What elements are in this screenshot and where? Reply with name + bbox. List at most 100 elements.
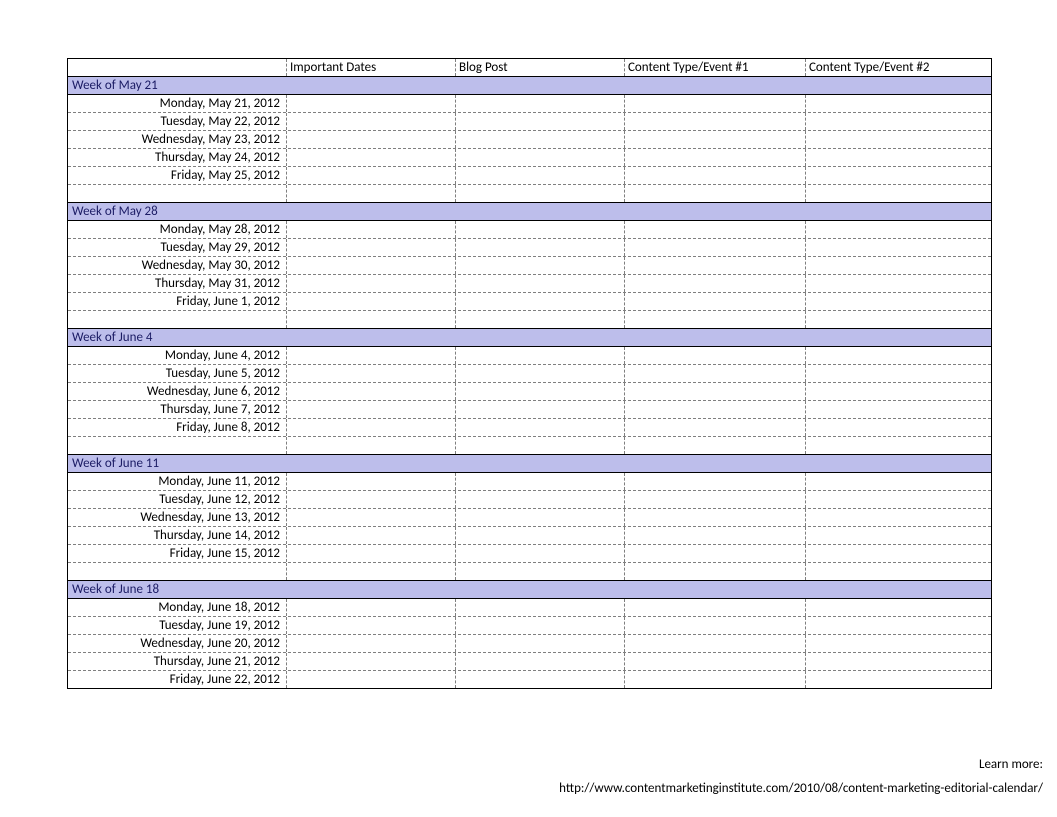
day-cell-col1[interactable] [286,257,455,274]
day-cell-col3[interactable] [624,293,805,310]
day-cell-col4[interactable] [805,113,991,130]
day-cell-col1[interactable] [286,401,455,418]
day-cell-col4[interactable] [805,275,991,292]
day-cell-col2[interactable] [455,365,624,382]
day-cell-col2[interactable] [455,257,624,274]
day-cell-col1[interactable] [286,113,455,130]
day-cell-col2[interactable] [455,149,624,166]
day-cell-col3[interactable] [624,383,805,400]
day-cell-col3[interactable] [624,401,805,418]
day-cell-col1[interactable] [286,509,455,526]
day-cell-col3[interactable] [624,545,805,562]
day-cell-col3[interactable] [624,671,805,688]
day-cell-col2[interactable] [455,221,624,238]
day-cell-col2[interactable] [455,617,624,634]
day-cell-col4[interactable] [805,95,991,112]
day-cell-col4[interactable] [805,257,991,274]
day-cell-col3[interactable] [624,113,805,130]
day-cell-col1[interactable] [286,473,455,490]
day-cell-col1[interactable] [286,221,455,238]
day-cell-col2[interactable] [455,293,624,310]
day-cell-col1[interactable] [286,671,455,688]
day-cell-col2[interactable] [455,347,624,364]
day-cell-col3[interactable] [624,617,805,634]
day-cell-col1[interactable] [286,293,455,310]
day-cell-col1[interactable] [286,131,455,148]
day-cell-col4[interactable] [805,131,991,148]
day-cell-col3[interactable] [624,653,805,670]
day-cell-col3[interactable] [624,365,805,382]
day-cell-col2[interactable] [455,383,624,400]
day-cell-col3[interactable] [624,473,805,490]
day-cell-col4[interactable] [805,653,991,670]
day-cell-col2[interactable] [455,527,624,544]
day-cell-col4[interactable] [805,617,991,634]
day-cell-col1[interactable] [286,527,455,544]
day-cell-col4[interactable] [805,509,991,526]
day-cell-col3[interactable] [624,491,805,508]
day-cell-col4[interactable] [805,383,991,400]
day-cell-col4[interactable] [805,599,991,616]
day-cell-col2[interactable] [455,113,624,130]
day-cell-col4[interactable] [805,239,991,256]
day-cell-col1[interactable] [286,383,455,400]
day-cell-col1[interactable] [286,365,455,382]
day-cell-col3[interactable] [624,275,805,292]
day-cell-col3[interactable] [624,635,805,652]
day-cell-col1[interactable] [286,635,455,652]
day-cell-col1[interactable] [286,599,455,616]
day-cell-col2[interactable] [455,473,624,490]
day-cell-col4[interactable] [805,527,991,544]
day-cell-col4[interactable] [805,347,991,364]
day-cell-col1[interactable] [286,95,455,112]
day-cell-col3[interactable] [624,131,805,148]
day-cell-col4[interactable] [805,545,991,562]
day-cell-col2[interactable] [455,239,624,256]
day-cell-col2[interactable] [455,599,624,616]
day-cell-col1[interactable] [286,545,455,562]
day-cell-col1[interactable] [286,149,455,166]
day-cell-col3[interactable] [624,419,805,436]
day-cell-col3[interactable] [624,149,805,166]
day-cell-col4[interactable] [805,167,991,184]
day-cell-col2[interactable] [455,167,624,184]
day-cell-col1[interactable] [286,491,455,508]
day-cell-col4[interactable] [805,401,991,418]
day-cell-col2[interactable] [455,131,624,148]
day-cell-col3[interactable] [624,527,805,544]
day-cell-col1[interactable] [286,653,455,670]
day-cell-col1[interactable] [286,275,455,292]
day-cell-col3[interactable] [624,347,805,364]
day-cell-col3[interactable] [624,599,805,616]
day-cell-col2[interactable] [455,653,624,670]
day-cell-col4[interactable] [805,365,991,382]
day-cell-col2[interactable] [455,275,624,292]
day-cell-col3[interactable] [624,239,805,256]
day-cell-col1[interactable] [286,167,455,184]
day-cell-col2[interactable] [455,545,624,562]
day-cell-col2[interactable] [455,491,624,508]
day-cell-col2[interactable] [455,95,624,112]
day-cell-col1[interactable] [286,419,455,436]
day-cell-col2[interactable] [455,509,624,526]
day-cell-col3[interactable] [624,509,805,526]
day-cell-col4[interactable] [805,221,991,238]
day-cell-col2[interactable] [455,419,624,436]
day-cell-col4[interactable] [805,635,991,652]
day-cell-col1[interactable] [286,239,455,256]
day-cell-col3[interactable] [624,167,805,184]
day-cell-col4[interactable] [805,293,991,310]
day-cell-col1[interactable] [286,347,455,364]
day-cell-col3[interactable] [624,257,805,274]
day-cell-col1[interactable] [286,617,455,634]
day-cell-col4[interactable] [805,491,991,508]
day-cell-col4[interactable] [805,149,991,166]
day-cell-col2[interactable] [455,635,624,652]
day-cell-col3[interactable] [624,221,805,238]
day-cell-col2[interactable] [455,671,624,688]
day-cell-col4[interactable] [805,419,991,436]
day-cell-col4[interactable] [805,671,991,688]
day-cell-col2[interactable] [455,401,624,418]
day-cell-col4[interactable] [805,473,991,490]
day-cell-col3[interactable] [624,95,805,112]
